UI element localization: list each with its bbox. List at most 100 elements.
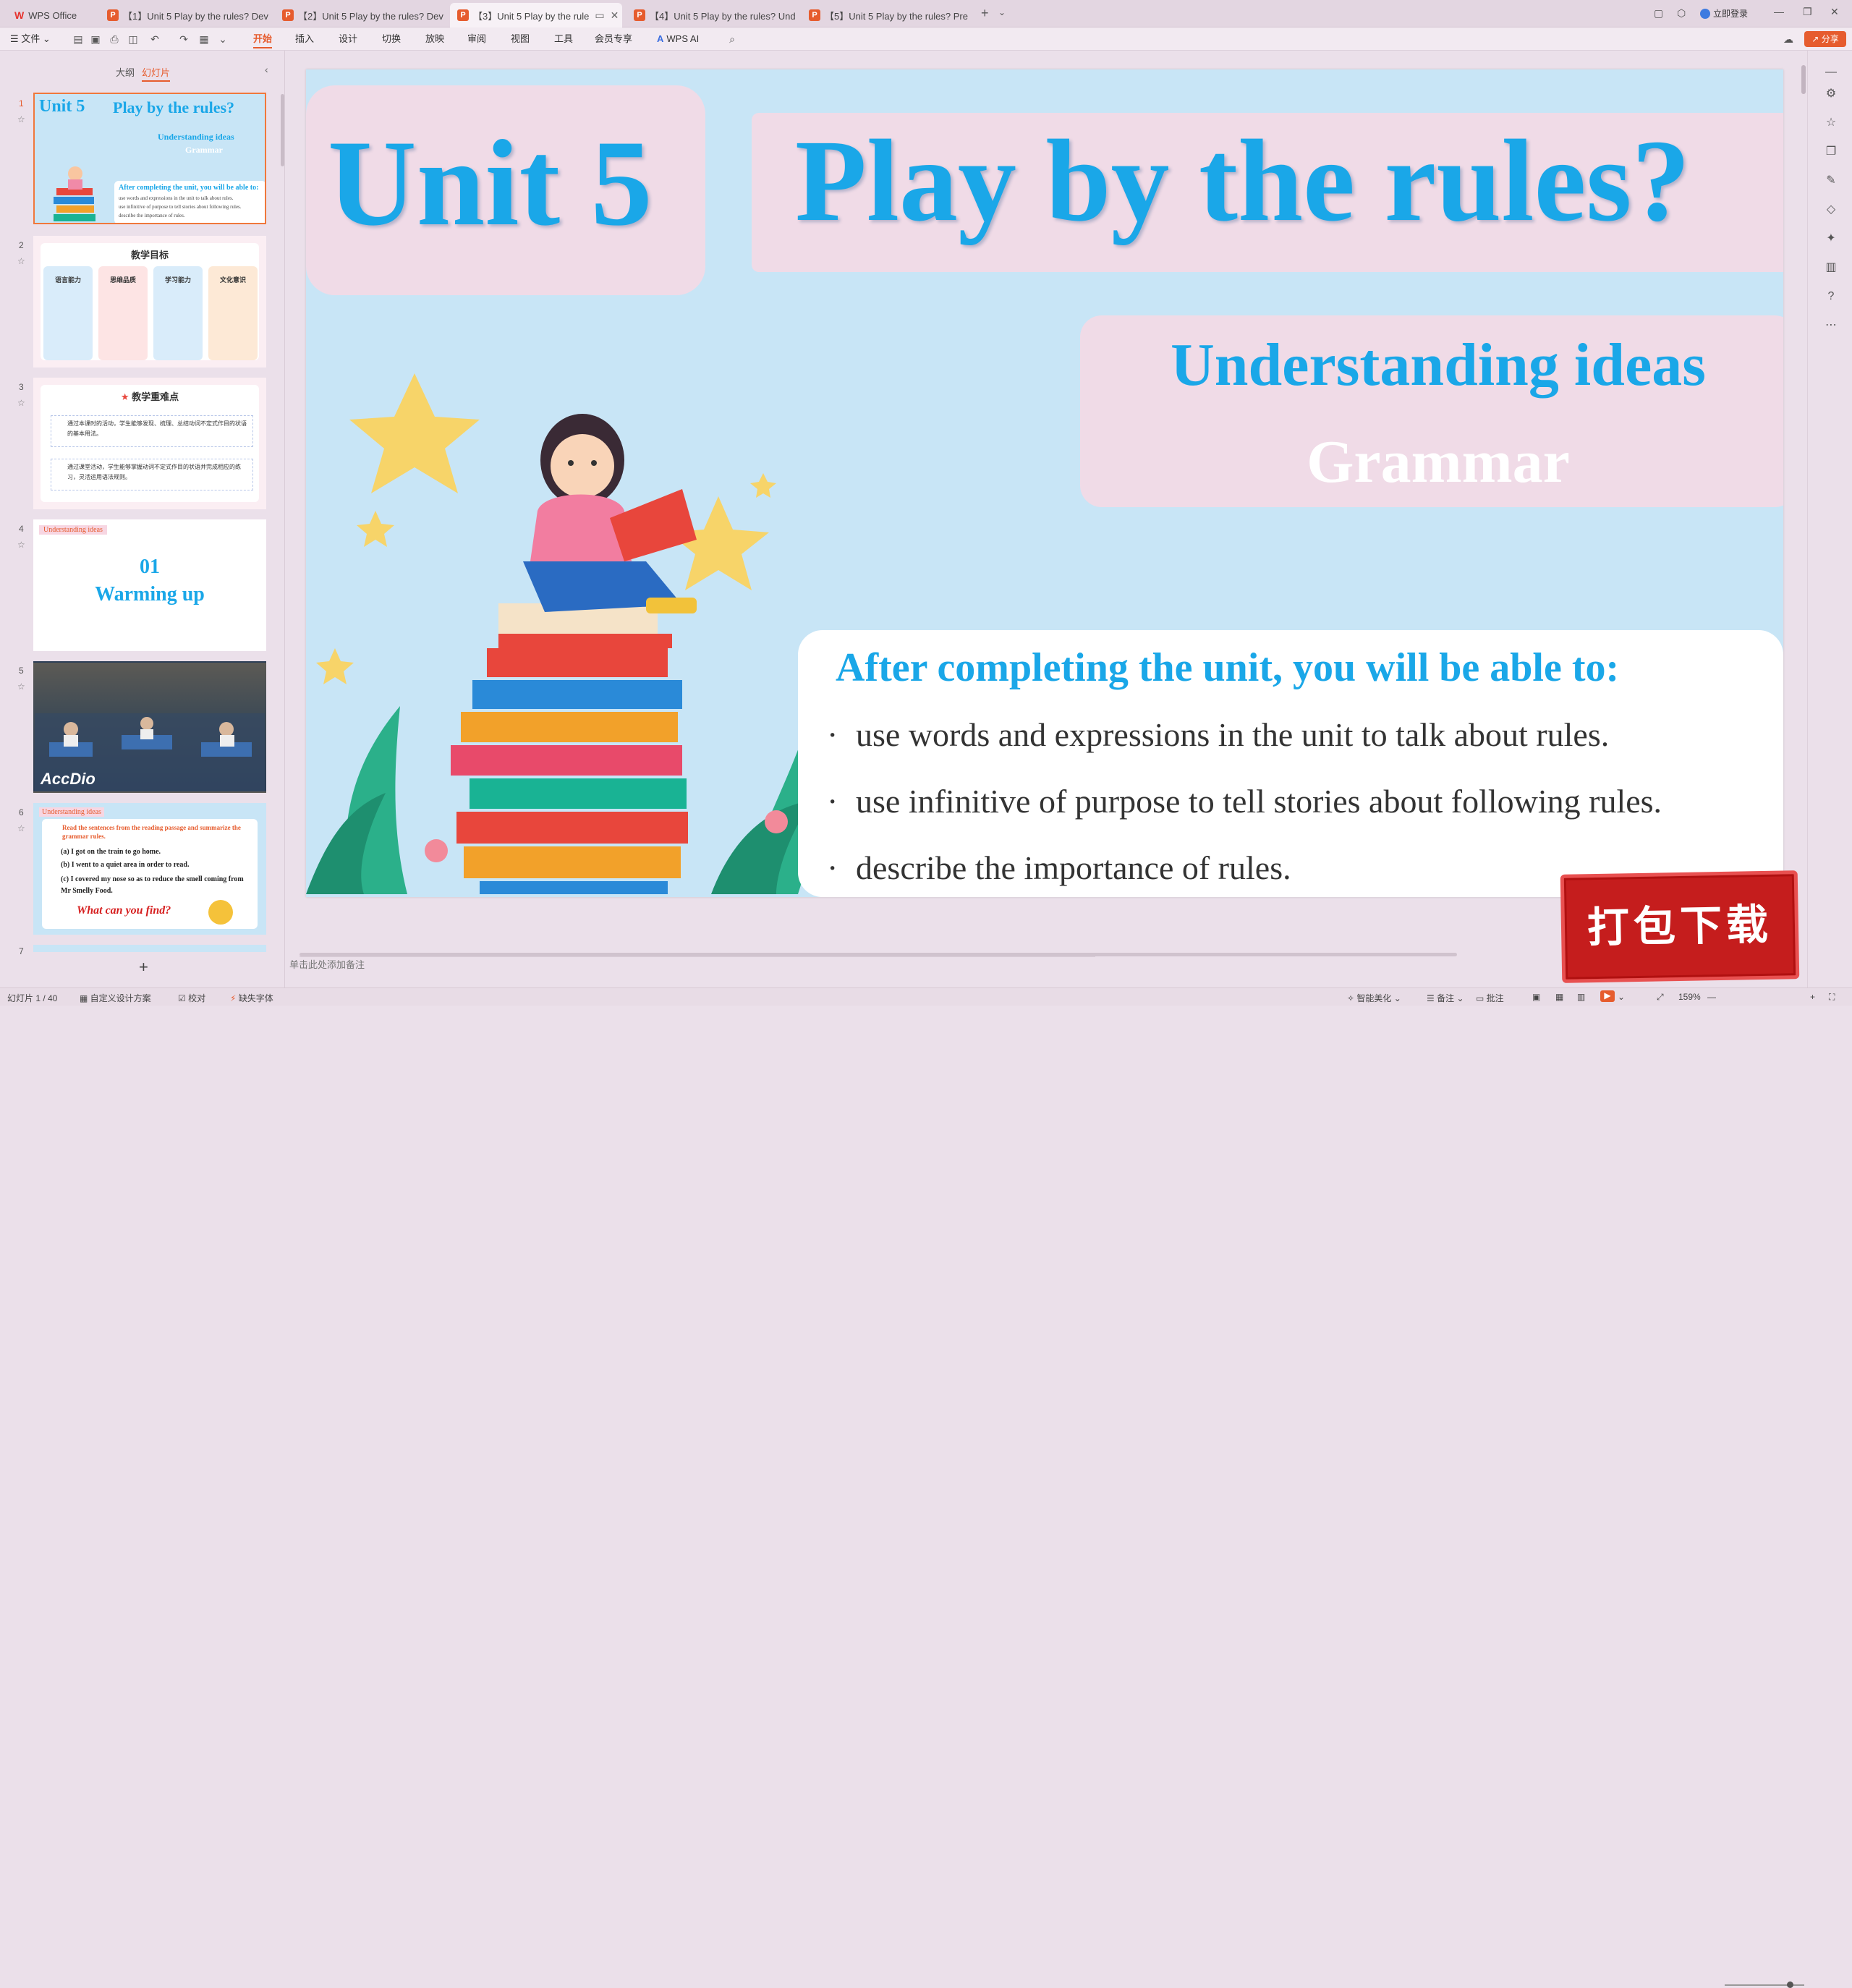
proofread-label: 校对 <box>188 993 206 1003</box>
tab-screen-icon[interactable]: ▭ <box>595 9 604 22</box>
slide-thumbnail-6[interactable]: Understanding ideas Read the sentences f… <box>33 803 266 935</box>
menu-transition[interactable]: 切换 <box>382 27 401 51</box>
restore-icon[interactable]: ❐ <box>1803 6 1812 18</box>
cloud-sync-icon[interactable]: ☁ <box>1783 33 1794 45</box>
tab-document-1[interactable]: P 【1】Unit 5 Play by the rules? Dev <box>100 3 271 27</box>
notes-button[interactable]: ☰ 备注 ⌄ <box>1427 992 1464 1004</box>
menu-design[interactable]: 设计 <box>339 27 357 51</box>
normal-view-icon[interactable]: ▣ <box>1532 992 1540 1002</box>
star-icon[interactable]: ☆ <box>17 114 25 124</box>
new-tab-icon[interactable]: + <box>981 6 989 21</box>
wps-logo-icon: W <box>14 9 25 21</box>
login-button[interactable]: 立即登录 <box>1700 7 1748 20</box>
animation-icon[interactable]: ✦ <box>1824 231 1838 246</box>
comments-label: 批注 <box>1486 993 1504 1003</box>
slide-thumbnail-7[interactable] <box>33 945 266 952</box>
star-icon[interactable]: ☆ <box>1824 116 1838 130</box>
missing-font-button[interactable]: ⚡ 缺失字体 <box>230 992 273 1004</box>
thumb-text: 语言能力 <box>54 276 81 284</box>
star-icon[interactable]: ☆ <box>17 256 25 266</box>
comments-button[interactable]: ▭ 批注 <box>1476 992 1504 1004</box>
tab-slides[interactable]: 幻灯片 <box>142 65 171 82</box>
star-icon[interactable]: ☆ <box>17 823 25 833</box>
print-preview-icon[interactable]: ◫ <box>127 33 139 45</box>
slide-sorter-icon[interactable]: ▦ <box>1555 992 1563 1002</box>
zoom-level[interactable]: 159% <box>1678 992 1701 1002</box>
objective-item: describe the importance of rules. <box>856 849 1291 886</box>
chevron-down-icon[interactable]: ⌄ <box>217 33 229 45</box>
menu-wps-ai[interactable]: A WPS AI <box>657 27 699 51</box>
tab-label: 【1】Unit 5 Play by the rules? Dev <box>123 10 268 22</box>
format-painter-icon[interactable]: ▦ <box>198 33 210 45</box>
thumb-text: 学习能力 <box>164 276 191 284</box>
tab-wps-home[interactable]: W WPS Office <box>7 3 100 27</box>
ribbon-menu-bar: ☰ 文件 ⌄ ▤ ▣ ⎙ ◫ ↶ ↷ ▦ ⌄ 开始 插入 设计 切换 放映 审阅… <box>0 27 1852 51</box>
star-icon[interactable]: ☆ <box>17 540 25 550</box>
print-icon[interactable]: ⎙ <box>109 33 120 45</box>
tab-document-5[interactable]: P 【5】Unit 5 Play by the rules? Pre <box>802 3 972 27</box>
zoom-slider-thumb[interactable] <box>1787 1981 1793 1988</box>
slide-number: 5 <box>19 666 24 676</box>
adjust-icon[interactable]: ⚙ <box>1824 87 1838 101</box>
close-icon[interactable]: ✕ <box>611 9 619 22</box>
more-icon[interactable]: ⋯ <box>1824 318 1838 333</box>
download-stamp[interactable]: 打包下载 <box>1560 870 1800 983</box>
redo-icon[interactable]: ↷ <box>178 33 190 45</box>
menu-tools[interactable]: 工具 <box>554 27 573 51</box>
menu-slideshow[interactable]: 放映 <box>425 27 444 51</box>
star-icon[interactable]: ☆ <box>17 681 25 692</box>
close-window-icon[interactable]: ✕ <box>1830 6 1839 18</box>
notes-placeholder[interactable]: 单击此处添加备注 <box>289 957 365 971</box>
slide-thumbnail-3[interactable]: ★ 教学重难点 通过本课时的活动，学生能够发现、梳理、总结动词不定式作目的状语的… <box>33 378 266 509</box>
tab-document-3[interactable]: P 【3】Unit 5 Play by the rule ▭ ✕ <box>450 3 622 27</box>
thinking-emoji-icon <box>208 900 233 925</box>
menu-review[interactable]: 审阅 <box>467 27 486 51</box>
shape-icon[interactable]: ◇ <box>1824 203 1838 217</box>
chevron-down-icon[interactable]: ⌄ <box>1618 992 1625 1002</box>
tab-document-4[interactable]: P 【4】Unit 5 Play by the rules? Und <box>626 3 797 27</box>
zoom-out-icon[interactable]: — <box>1707 992 1716 1002</box>
slide-thumbnail-5[interactable]: AccDio <box>33 661 266 793</box>
help-icon[interactable]: ? <box>1824 289 1838 304</box>
slide-thumbnail-2[interactable]: 教学目标 语言能力 思维品质 学习能力 文化意识 <box>33 236 266 368</box>
horizontal-scrollbar[interactable] <box>300 953 1457 956</box>
collapse-panel-icon[interactable]: ‹ <box>265 64 268 75</box>
fit-icon[interactable]: ⤢ <box>1657 992 1664 1003</box>
tab-outline[interactable]: 大纲 <box>116 65 135 79</box>
collapse-icon[interactable]: — <box>1824 65 1838 80</box>
new-file-icon[interactable]: ▤ <box>72 33 84 45</box>
star-icon[interactable]: ☆ <box>17 398 25 408</box>
fullscreen-icon[interactable]: ⛶ <box>1829 992 1835 1003</box>
smart-beautify-button[interactable]: ✧ 智能美化 ⌄ <box>1347 992 1401 1004</box>
share-button[interactable]: ↗ 分享 <box>1804 31 1846 47</box>
slide-thumbnail-1[interactable]: Unit 5 Play by the rules? Understanding … <box>33 93 266 224</box>
design-scheme-button[interactable]: ▦ 自定义设计方案 <box>80 992 151 1004</box>
menu-view[interactable]: 视图 <box>511 27 530 51</box>
chevron-down-icon[interactable]: ⌄ <box>998 7 1006 17</box>
tab-document-2[interactable]: P 【2】Unit 5 Play by the rules? Dev <box>275 3 446 27</box>
vertical-scrollbar[interactable] <box>1801 65 1806 94</box>
menu-home[interactable]: 开始 <box>253 27 273 51</box>
add-slide-icon[interactable]: + <box>139 958 148 977</box>
book-icon[interactable]: ▥ <box>1824 260 1838 275</box>
slide-canvas[interactable]: Unit 5 Play by the rules? Understanding … <box>306 69 1783 897</box>
undo-icon[interactable]: ↶ <box>149 33 161 45</box>
magic-icon[interactable]: ✎ <box>1824 174 1838 188</box>
thumb-text: describe the importance of rules. <box>119 213 185 218</box>
skin-icon[interactable]: ⬡ <box>1677 7 1686 20</box>
menu-member[interactable]: 会员专享 <box>595 27 632 51</box>
file-menu[interactable]: ☰ 文件 ⌄ <box>10 27 51 51</box>
proofread-button[interactable]: ☑ 校对 <box>178 992 205 1004</box>
thumb-text: 思维品质 <box>109 276 136 284</box>
slide-thumbnail-4[interactable]: Understanding ideas 01 Warming up <box>33 519 266 651</box>
search-icon[interactable]: ⌕ <box>726 33 738 45</box>
copy-icon[interactable]: ❐ <box>1824 145 1838 159</box>
minimize-icon[interactable]: — <box>1774 6 1784 17</box>
save-icon[interactable]: ▣ <box>90 33 101 45</box>
thumbnail-scrollbar[interactable] <box>281 94 284 166</box>
zoom-in-icon[interactable]: + <box>1810 992 1815 1002</box>
reading-view-icon[interactable]: ▥ <box>1577 992 1585 1002</box>
menu-insert[interactable]: 插入 <box>295 27 314 51</box>
play-slideshow-button[interactable]: ▶ <box>1600 990 1615 1002</box>
window-tile-icon[interactable]: ▢ <box>1654 7 1663 20</box>
